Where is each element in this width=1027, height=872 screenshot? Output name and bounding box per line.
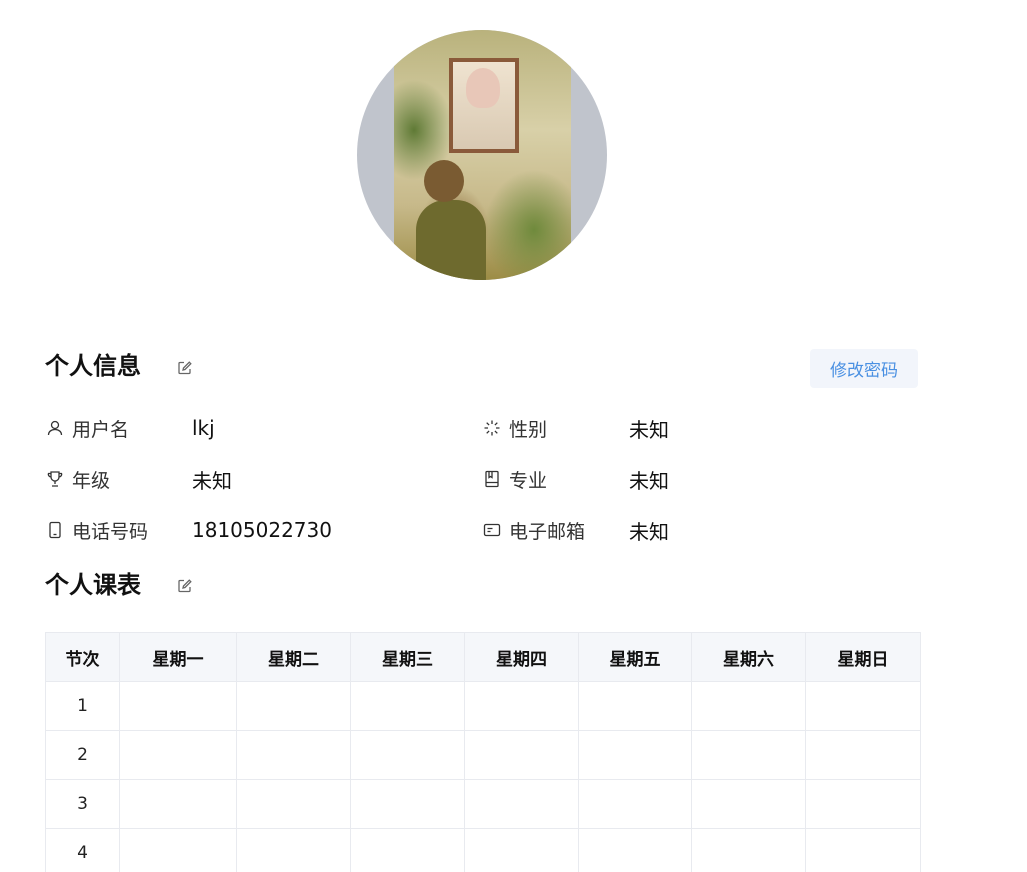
info-item-gender: 性别 未知 bbox=[483, 414, 669, 442]
schedule-cell[interactable] bbox=[464, 681, 579, 731]
schedule-cell[interactable] bbox=[236, 730, 351, 780]
user-icon bbox=[46, 419, 64, 437]
schedule-section-title: 个人课表 bbox=[45, 571, 141, 599]
schedule-cell[interactable] bbox=[578, 779, 692, 829]
info-label: 年级 bbox=[72, 469, 111, 492]
edit-schedule-icon[interactable] bbox=[177, 578, 193, 594]
schedule-cell[interactable] bbox=[350, 828, 465, 872]
schedule-cell[interactable] bbox=[691, 681, 806, 731]
mail-card-icon bbox=[483, 521, 501, 539]
column-header: 星期日 bbox=[805, 632, 921, 682]
edit-info-icon[interactable] bbox=[177, 360, 193, 376]
info-item-username: 用户名 lkj bbox=[46, 414, 215, 442]
column-header: 节次 bbox=[45, 632, 120, 682]
info-value: lkj bbox=[192, 416, 215, 440]
info-value: 未知 bbox=[629, 417, 669, 442]
period-cell: 3 bbox=[45, 779, 120, 829]
info-section-title: 个人信息 bbox=[45, 352, 141, 380]
schedule-cell[interactable] bbox=[350, 730, 465, 780]
schedule-cell[interactable] bbox=[578, 681, 692, 731]
schedule-cell[interactable] bbox=[236, 681, 351, 731]
column-header: 星期三 bbox=[350, 632, 465, 682]
info-label: 电子邮箱 bbox=[509, 520, 586, 543]
info-label: 用户名 bbox=[72, 418, 130, 441]
avatar-image bbox=[394, 30, 571, 280]
info-item-grade: 年级 未知 bbox=[46, 465, 232, 493]
table-row: 3 bbox=[45, 779, 921, 829]
info-label: 专业 bbox=[509, 469, 548, 492]
schedule-cell[interactable] bbox=[805, 681, 921, 731]
schedule-cell[interactable] bbox=[119, 779, 237, 829]
table-row: 2 bbox=[45, 730, 921, 780]
schedule-cell[interactable] bbox=[691, 828, 806, 872]
info-value: 未知 bbox=[629, 519, 669, 544]
schedule-cell[interactable] bbox=[119, 730, 237, 780]
info-value: 未知 bbox=[629, 468, 669, 493]
phone-icon bbox=[46, 521, 64, 539]
info-item-phone: 电话号码 18105022730 bbox=[46, 516, 332, 544]
table-row: 4 bbox=[45, 828, 921, 872]
schedule-cell[interactable] bbox=[119, 828, 237, 872]
schedule-cell[interactable] bbox=[578, 730, 692, 780]
column-header: 星期四 bbox=[464, 632, 579, 682]
column-header: 星期一 bbox=[119, 632, 237, 682]
period-cell: 1 bbox=[45, 681, 120, 731]
info-label: 性别 bbox=[509, 418, 548, 441]
book-icon bbox=[483, 470, 501, 488]
schedule-cell[interactable] bbox=[805, 828, 921, 872]
schedule-cell[interactable] bbox=[691, 730, 806, 780]
period-cell: 4 bbox=[45, 828, 120, 872]
schedule-cell[interactable] bbox=[464, 779, 579, 829]
schedule-table: 节次 星期一 星期二 星期三 星期四 星期五 星期六 星期日 1 2 3 4 bbox=[45, 632, 921, 872]
schedule-cell[interactable] bbox=[805, 779, 921, 829]
column-header: 星期二 bbox=[236, 632, 351, 682]
gender-icon bbox=[483, 419, 501, 437]
info-item-email: 电子邮箱 未知 bbox=[483, 516, 669, 544]
change-password-button[interactable]: 修改密码 bbox=[810, 349, 918, 388]
period-cell: 2 bbox=[45, 730, 120, 780]
trophy-icon bbox=[46, 470, 64, 488]
column-header: 星期五 bbox=[578, 632, 692, 682]
schedule-cell[interactable] bbox=[578, 828, 692, 872]
info-value: 18105022730 bbox=[192, 518, 332, 542]
schedule-cell[interactable] bbox=[236, 779, 351, 829]
table-header-row: 节次 星期一 星期二 星期三 星期四 星期五 星期六 星期日 bbox=[45, 632, 921, 682]
schedule-cell[interactable] bbox=[464, 730, 579, 780]
schedule-cell[interactable] bbox=[350, 779, 465, 829]
table-row: 1 bbox=[45, 681, 921, 731]
column-header: 星期六 bbox=[691, 632, 806, 682]
avatar[interactable] bbox=[357, 30, 607, 280]
schedule-cell[interactable] bbox=[805, 730, 921, 780]
info-label: 电话号码 bbox=[72, 520, 149, 543]
schedule-cell[interactable] bbox=[691, 779, 806, 829]
schedule-cell[interactable] bbox=[464, 828, 579, 872]
info-value: 未知 bbox=[192, 468, 232, 493]
profile-page: 个人信息 修改密码 用户名 lkj 性别 未知 年级 未知 专业 未知 电话号码… bbox=[0, 0, 1027, 872]
info-item-major: 专业 未知 bbox=[483, 465, 669, 493]
schedule-cell[interactable] bbox=[236, 828, 351, 872]
schedule-cell[interactable] bbox=[119, 681, 237, 731]
schedule-cell[interactable] bbox=[350, 681, 465, 731]
